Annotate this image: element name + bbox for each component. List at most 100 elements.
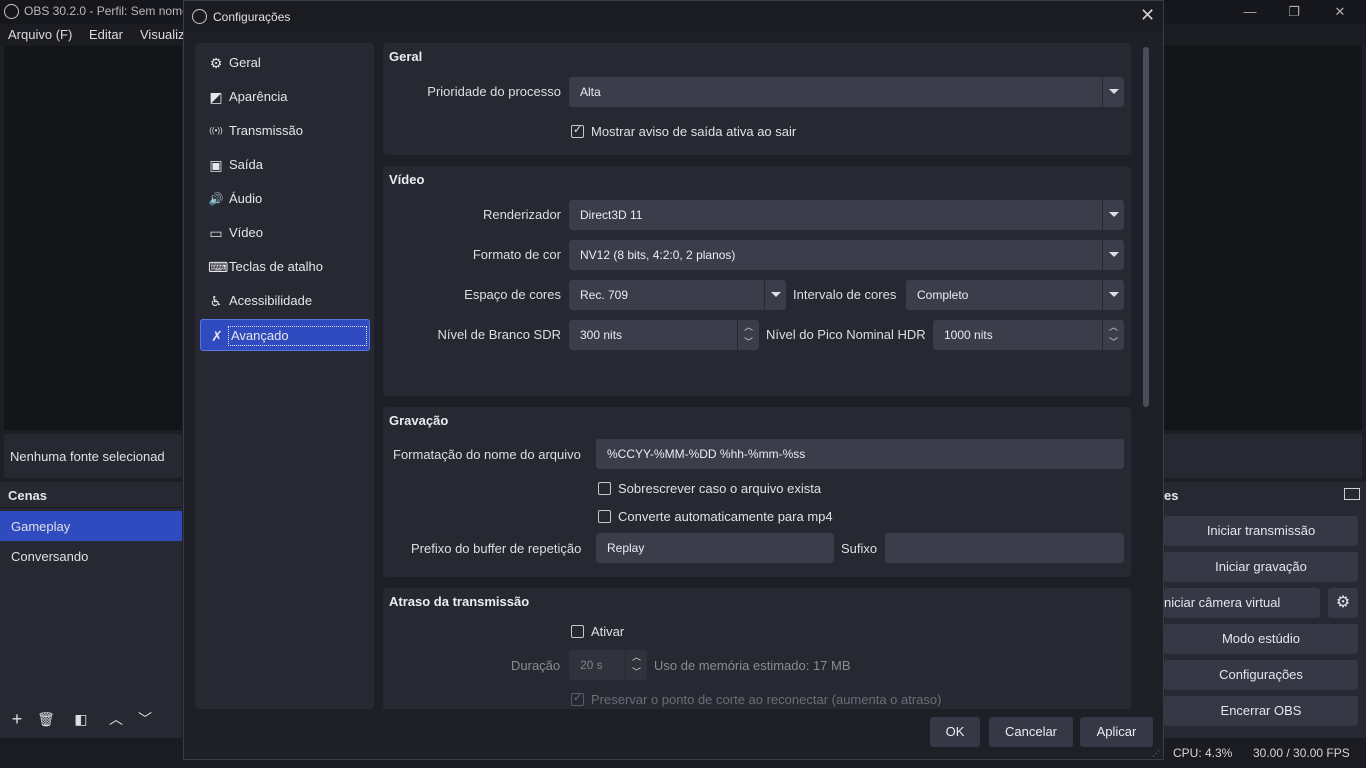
overwrite-checkbox[interactable] (598, 482, 611, 495)
monitor-icon: ▭ (209, 225, 223, 241)
chevron-down-icon (1102, 200, 1124, 230)
replay-prefix-label: Prefixo do buffer de repetição (411, 541, 582, 556)
color-space-label: Espaço de cores (464, 287, 561, 302)
duration-value: 20 s (580, 658, 603, 672)
renderer-select[interactable]: Direct3D 11 (569, 200, 1124, 230)
menu-edit[interactable]: Editar (89, 27, 123, 42)
spin-down-icon[interactable]: ﹀ (625, 665, 647, 680)
color-format-value: NV12 (8 bits, 4:2:0, 2 planos) (580, 248, 736, 262)
filter-icon[interactable]: ◧ (68, 706, 94, 732)
scene-item[interactable]: Conversando (0, 541, 182, 571)
nav-item-label: Geral (229, 55, 261, 70)
speaker-icon: 🔊 (208, 192, 224, 206)
settings-nav: ⚙ Geral ◩ Aparência ((•)) Transmissão ▣ … (195, 43, 374, 709)
exit-warning-checkbox[interactable] (571, 123, 584, 138)
scenes-dock: Cenas Gameplay Conversando + 🗑 ◧ ︿ ﹀ (0, 482, 182, 738)
minimize-icon[interactable]: — (1228, 2, 1272, 22)
apply-button[interactable]: Aplicar (1080, 717, 1153, 747)
suffix-label: Sufixo (841, 541, 878, 556)
stream-delay-enable-checkbox[interactable] (571, 625, 584, 638)
spin-up-icon[interactable]: ︿ (737, 320, 759, 335)
nav-item-advanced[interactable]: ✗ Avançado (200, 319, 370, 351)
virtual-camera-settings-icon[interactable]: ⚙ (1328, 588, 1358, 618)
nav-item-label: Aparência (229, 89, 288, 104)
menu-file[interactable]: Arquivo (F) (8, 27, 72, 42)
renderer-label: Renderizador (482, 207, 561, 222)
studio-mode-button[interactable]: Modo estúdio (1164, 624, 1358, 654)
nav-item-general[interactable]: ⚙ Geral (200, 47, 370, 79)
nav-item-audio[interactable]: 🔊 Áudio (200, 183, 370, 215)
color-format-select[interactable]: NV12 (8 bits, 4:2:0, 2 planos) (569, 240, 1124, 270)
nav-item-appearance[interactable]: ◩ Aparência (200, 81, 370, 113)
renderer-value: Direct3D 11 (580, 208, 643, 222)
sdr-white-value: 300 nits (580, 328, 623, 342)
cancel-button[interactable]: Cancelar (989, 717, 1073, 747)
color-space-value: Rec. 709 (580, 288, 629, 302)
close-icon[interactable]: ✕ (1140, 5, 1155, 26)
priority-value: Alta (580, 85, 601, 99)
nav-item-video[interactable]: ▭ Vídeo (200, 217, 370, 249)
cpu-usage: CPU: 4.3% (1173, 746, 1233, 760)
remux-checkbox[interactable] (598, 510, 611, 523)
section-title: Geral (389, 49, 423, 64)
priority-select[interactable]: Alta (569, 77, 1124, 107)
close-window-icon[interactable]: ✕ (1318, 2, 1362, 22)
nav-item-label: Transmissão (229, 123, 303, 138)
output-icon: ▣ (209, 157, 223, 173)
spin-up-icon[interactable]: ︿ (625, 650, 647, 665)
appearance-icon: ◩ (209, 89, 223, 105)
nav-item-hotkeys[interactable]: ⌨ Teclas de atalho (200, 251, 370, 283)
move-up-icon[interactable]: ︿ (103, 706, 129, 732)
filename-format-input[interactable]: %CCYY-%MM-%DD %hh-%mm-%ss (596, 439, 1124, 469)
resize-grip-icon[interactable]: ⋰ (1152, 749, 1160, 758)
ok-button[interactable]: OK (930, 717, 980, 747)
exit-warning-label: Mostrar aviso de saída ativa ao sair (591, 124, 797, 139)
overwrite-label: Sobrescrever caso o arquivo exista (618, 481, 822, 496)
dock-undock-icon[interactable] (1344, 488, 1360, 500)
nav-item-stream[interactable]: ((•)) Transmissão (200, 115, 370, 147)
color-range-label: Intervalo de cores (793, 287, 897, 302)
exit-button[interactable]: Encerrar OBS (1164, 696, 1358, 726)
nav-item-accessibility[interactable]: ♿ Acessibilidade (200, 285, 370, 317)
dialog-titlebar: Configurações ✕ (184, 1, 1163, 31)
preserve-cutpoint-label: Preservar o ponto de corte ao reconectar… (591, 692, 942, 707)
restore-icon[interactable]: ❐ (1272, 2, 1316, 22)
chevron-down-icon (764, 280, 786, 310)
start-virtual-camera-button[interactable]: niciar câmera virtual (1164, 588, 1320, 618)
replay-prefix-input[interactable]: Replay (596, 533, 834, 563)
settings-button[interactable]: Configurações (1164, 660, 1358, 690)
color-range-select[interactable]: Completo (906, 280, 1124, 310)
scene-item[interactable]: Gameplay (0, 511, 182, 541)
suffix-input[interactable] (885, 533, 1124, 563)
source-toolbar: Nenhuma fonte selecionad (4, 434, 182, 478)
preserve-cutpoint-checkbox[interactable] (571, 691, 584, 706)
duration-spinbox[interactable]: 20 s ︿ ﹀ (569, 650, 647, 680)
remux-label: Converte automaticamente para mp4 (618, 509, 833, 524)
add-scene-icon[interactable]: + (4, 706, 30, 732)
section-video: Vídeo Renderizador Direct3D 11 Formato d… (383, 166, 1131, 396)
no-source-label: Nenhuma fonte selecionad (10, 449, 165, 464)
section-stream-delay: Atraso da transmissão Ativar Duração 20 … (383, 588, 1131, 709)
move-down-icon[interactable]: ﹀ (132, 706, 158, 732)
menu-view[interactable]: Visualiz (140, 27, 185, 42)
sdr-white-spinbox[interactable]: 300 nits ︿ ﹀ (569, 320, 759, 350)
spin-down-icon[interactable]: ﹀ (1102, 335, 1124, 350)
start-recording-button[interactable]: Iniciar gravação (1164, 552, 1358, 582)
scenes-toolbar: + 🗑 ◧ ︿ ﹀ (0, 704, 182, 734)
color-space-select[interactable]: Rec. 709 (569, 280, 786, 310)
filename-format-label: Formatação do nome do arquivo (393, 447, 581, 462)
section-recording: Gravação Formatação do nome do arquivo %… (383, 407, 1131, 577)
spin-up-icon[interactable]: ︿ (1102, 320, 1124, 335)
content-scrollbar[interactable] (1139, 43, 1153, 709)
start-streaming-button[interactable]: Iniciar transmissão (1164, 516, 1358, 546)
stream-delay-enable-label: Ativar (591, 624, 625, 639)
hdr-peak-spinbox[interactable]: 1000 nits ︿ ﹀ (933, 320, 1124, 350)
fps-readout: 30.00 / 30.00 FPS (1253, 746, 1350, 760)
scrollbar-thumb[interactable] (1143, 47, 1149, 407)
delete-scene-icon[interactable]: 🗑 (33, 706, 59, 732)
replay-prefix-value: Replay (607, 541, 645, 555)
source-toolbar-right (1164, 434, 1362, 478)
nav-item-output[interactable]: ▣ Saída (200, 149, 370, 181)
preview-canvas[interactable] (4, 46, 182, 430)
spin-down-icon[interactable]: ﹀ (737, 335, 759, 350)
